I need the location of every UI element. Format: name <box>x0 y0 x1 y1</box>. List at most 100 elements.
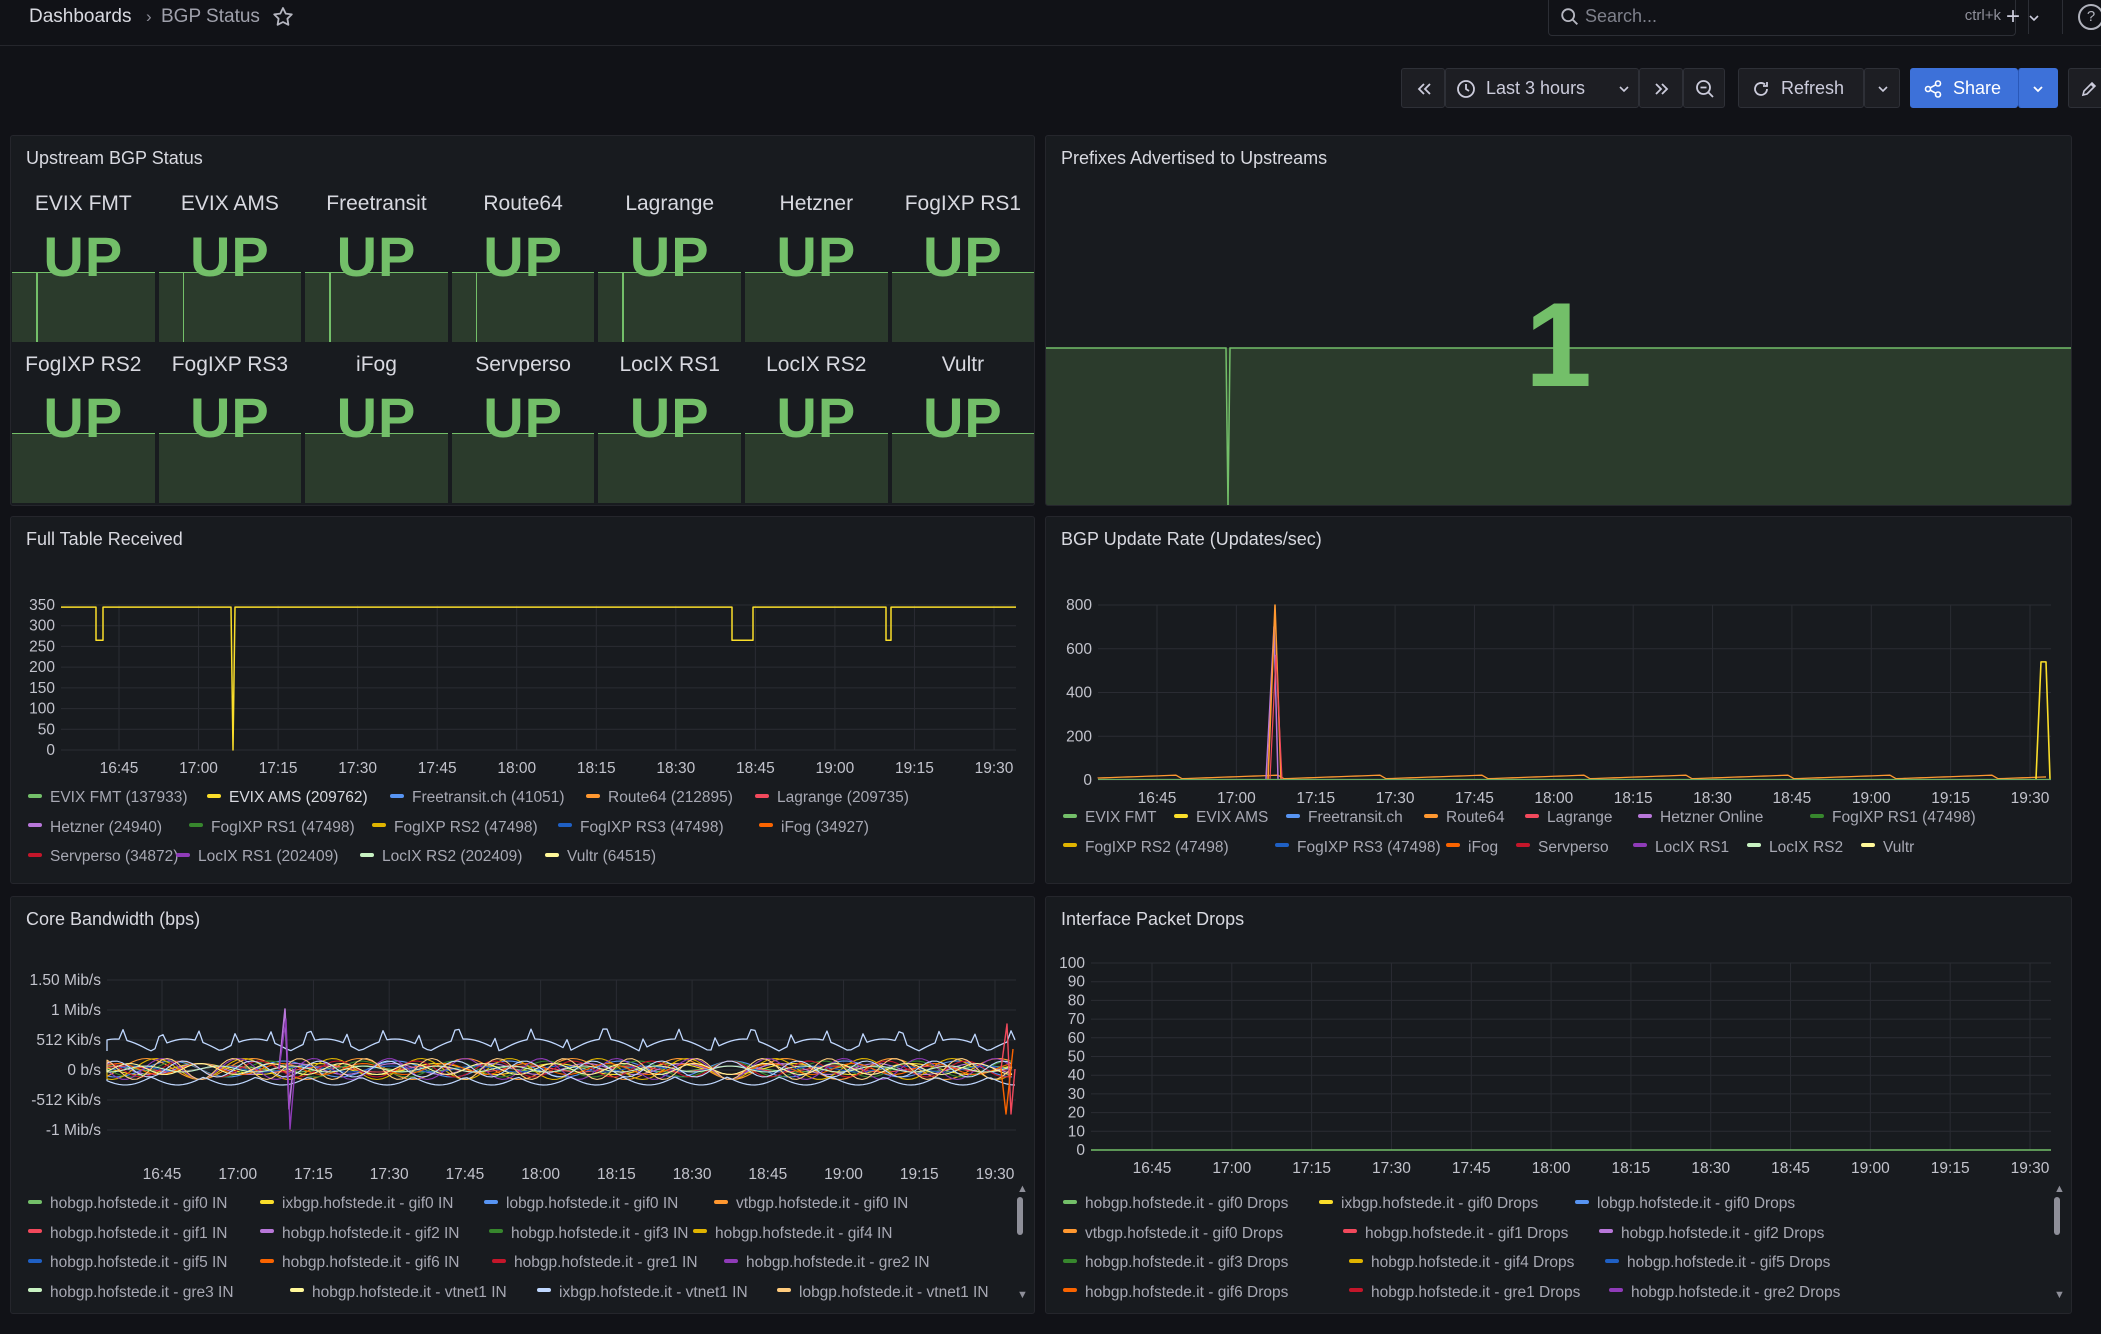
legend-item[interactable]: hobgp.hofstede.it - gif0 IN <box>28 1195 228 1213</box>
legend-item[interactable]: hobgp.hofstede.it - gif3 Drops <box>1063 1254 1288 1272</box>
legend-item[interactable]: hobgp.hofstede.it - gif0 Drops <box>1063 1195 1288 1213</box>
scroll-down-icon[interactable]: ▼ <box>2054 1289 2065 1301</box>
legend-item[interactable]: hobgp.hofstede.it - gif1 Drops <box>1343 1225 1568 1243</box>
legend-scrollbar[interactable] <box>2054 1197 2060 1235</box>
legend-item[interactable]: EVIX AMS <box>1174 809 1268 827</box>
legend-swatch <box>260 1229 274 1234</box>
legend-item[interactable]: LocIX RS1 (202409) <box>176 848 338 866</box>
legend-item[interactable]: FogIXP RS1 (47498) <box>1810 809 1976 827</box>
legend-item[interactable]: hobgp.hofstede.it - gif6 Drops <box>1063 1284 1288 1302</box>
legend-item[interactable]: lobgp.hofstede.it - gif0 IN <box>484 1195 678 1213</box>
legend-item[interactable]: hobgp.hofstede.it - gif5 Drops <box>1605 1254 1830 1272</box>
stat-fogixp-rs2: FogIXP RS2 UP <box>12 341 155 503</box>
legend-item[interactable]: iFog (34927) <box>759 819 869 837</box>
legend-item[interactable]: Route64 <box>1424 809 1505 827</box>
legend-item[interactable]: lobgp.hofstede.it - gif0 Drops <box>1575 1195 1795 1213</box>
refresh-button[interactable]: Refresh <box>1738 68 1864 108</box>
legend-item[interactable]: hobgp.hofstede.it - gif6 IN <box>260 1254 460 1272</box>
legend-item[interactable]: hobgp.hofstede.it - gre2 IN <box>724 1254 930 1272</box>
legend: hobgp.hofstede.it - gif0 Drops ixbgp.hofs… <box>1046 897 2071 1313</box>
legend-item[interactable]: hobgp.hofstede.it - vtnet1 IN <box>290 1284 507 1302</box>
legend-item[interactable]: lobgp.hofstede.it - vtnet1 IN <box>777 1284 989 1302</box>
legend-item[interactable]: LocIX RS2 (202409) <box>360 848 522 866</box>
legend-label: hobgp.hofstede.it - gif4 Drops <box>1371 1254 1575 1271</box>
legend-item[interactable]: Hetzner Online <box>1638 809 1763 827</box>
legend-item[interactable]: FogIXP RS2 (47498) <box>372 819 538 837</box>
legend-item[interactable]: ixbgp.hofstede.it - gif0 Drops <box>1319 1195 1538 1213</box>
legend-item[interactable]: hobgp.hofstede.it - gif4 Drops <box>1349 1254 1574 1272</box>
legend-item[interactable]: hobgp.hofstede.it - gre3 IN <box>28 1284 234 1302</box>
stat-value: UP <box>43 225 124 288</box>
legend-label: hobgp.hofstede.it - gre1 Drops <box>1371 1283 1581 1301</box>
legend-item[interactable]: hobgp.hofstede.it - gif4 IN <box>693 1225 893 1243</box>
star-icon[interactable] <box>271 5 295 29</box>
legend-item[interactable]: Lagrange <box>1525 809 1613 827</box>
legend-swatch <box>586 793 600 798</box>
refresh-interval-dropdown[interactable] <box>1864 68 1900 108</box>
legend-swatch <box>714 1199 728 1204</box>
legend-item[interactable]: hobgp.hofstede.it - gif1 IN <box>28 1225 228 1243</box>
legend-swatch <box>390 793 404 798</box>
legend-item[interactable]: hobgp.hofstede.it - gif2 Drops <box>1599 1225 1824 1243</box>
legend-item[interactable]: vtbgp.hofstede.it - gif0 IN <box>714 1195 908 1213</box>
legend-item[interactable]: hobgp.hofstede.it - gre1 IN <box>492 1254 698 1272</box>
legend-item[interactable]: iFog <box>1446 839 1498 857</box>
legend-item[interactable]: hobgp.hofstede.it - gif3 IN <box>489 1225 689 1243</box>
legend-item[interactable]: ixbgp.hofstede.it - vtnet1 IN <box>537 1284 748 1302</box>
legend-item[interactable]: Freetransit.ch (41051) <box>390 789 565 807</box>
legend-item[interactable]: Servperso (34872) <box>28 848 178 866</box>
time-range-picker[interactable]: Last 3 hours <box>1445 68 1639 108</box>
legend-swatch <box>545 852 559 857</box>
legend-swatch <box>1446 843 1460 848</box>
legend-swatch <box>1063 843 1077 848</box>
search-box[interactable]: Search... ctrl+k <box>1548 0 2016 36</box>
scroll-down-icon[interactable]: ▼ <box>1017 1289 1028 1301</box>
legend-label: hobgp.hofstede.it - gre2 IN <box>746 1254 930 1271</box>
legend-item[interactable]: LocIX RS1 <box>1633 839 1729 857</box>
legend-label: hobgp.hofstede.it - gif2 Drops <box>1621 1224 1825 1242</box>
legend-item[interactable]: Freetransit.ch <box>1286 809 1403 827</box>
legend-item[interactable]: hobgp.hofstede.it - gif5 IN <box>28 1254 228 1272</box>
legend-item[interactable]: EVIX FMT (137933) <box>28 789 188 807</box>
legend-item[interactable]: Hetzner (24940) <box>28 819 162 837</box>
scroll-up-icon[interactable]: ▲ <box>2054 1183 2065 1195</box>
legend-item[interactable]: hobgp.hofstede.it - gre1 Drops <box>1349 1284 1580 1302</box>
legend-item[interactable]: Servperso <box>1516 839 1609 857</box>
legend-item[interactable]: EVIX FMT <box>1063 809 1156 827</box>
edit-button[interactable] <box>2068 68 2101 108</box>
zoom-out-button[interactable] <box>1683 68 1725 108</box>
legend-item[interactable]: FogIXP RS3 (47498) <box>558 819 724 837</box>
legend-item[interactable]: EVIX AMS (209762) <box>207 789 368 807</box>
legend-item[interactable]: Vultr (64515) <box>545 848 656 866</box>
breadcrumb-separator: › <box>146 7 152 26</box>
legend-item[interactable]: FogIXP RS3 (47498) <box>1275 839 1441 857</box>
legend-swatch <box>558 823 572 828</box>
share-options-dropdown[interactable] <box>2018 68 2058 108</box>
stat-name: LocIX RS1 <box>619 353 720 376</box>
legend-item[interactable]: FogIXP RS2 (47498) <box>1063 839 1229 857</box>
time-forward-button[interactable] <box>1639 68 1683 108</box>
share-icon <box>1924 80 1942 98</box>
help-icon[interactable]: ? <box>2078 4 2101 30</box>
legend-item[interactable]: FogIXP RS1 (47498) <box>189 819 355 837</box>
legend-swatch <box>693 1229 707 1234</box>
chevron-down-icon <box>2029 15 2039 22</box>
legend-item[interactable]: Route64 (212895) <box>586 789 733 807</box>
legend-scrollbar[interactable] <box>1017 1197 1023 1235</box>
stat-value: UP <box>483 386 563 449</box>
add-button[interactable]: + <box>2004 3 2046 30</box>
legend-item[interactable]: Lagrange (209735) <box>755 789 909 807</box>
breadcrumb-dashboards[interactable]: Dashboards <box>29 6 131 28</box>
legend-item[interactable]: ixbgp.hofstede.it - gif0 IN <box>260 1195 453 1213</box>
double-left-icon <box>1417 83 1431 95</box>
legend-item[interactable]: LocIX RS2 <box>1747 839 1843 857</box>
legend-item[interactable]: hobgp.hofstede.it - gre2 Drops <box>1609 1284 1840 1302</box>
share-button[interactable]: Share <box>1910 68 2018 108</box>
legend-item[interactable]: hobgp.hofstede.it - gif2 IN <box>260 1225 460 1243</box>
scroll-up-icon[interactable]: ▲ <box>1017 1183 1028 1195</box>
stat-value: UP <box>336 225 417 288</box>
legend-label: vtbgp.hofstede.it - gif0 Drops <box>1085 1224 1284 1242</box>
legend-item[interactable]: vtbgp.hofstede.it - gif0 Drops <box>1063 1225 1283 1243</box>
legend-item[interactable]: Vultr <box>1861 839 1914 857</box>
time-back-button[interactable] <box>1401 68 1445 108</box>
